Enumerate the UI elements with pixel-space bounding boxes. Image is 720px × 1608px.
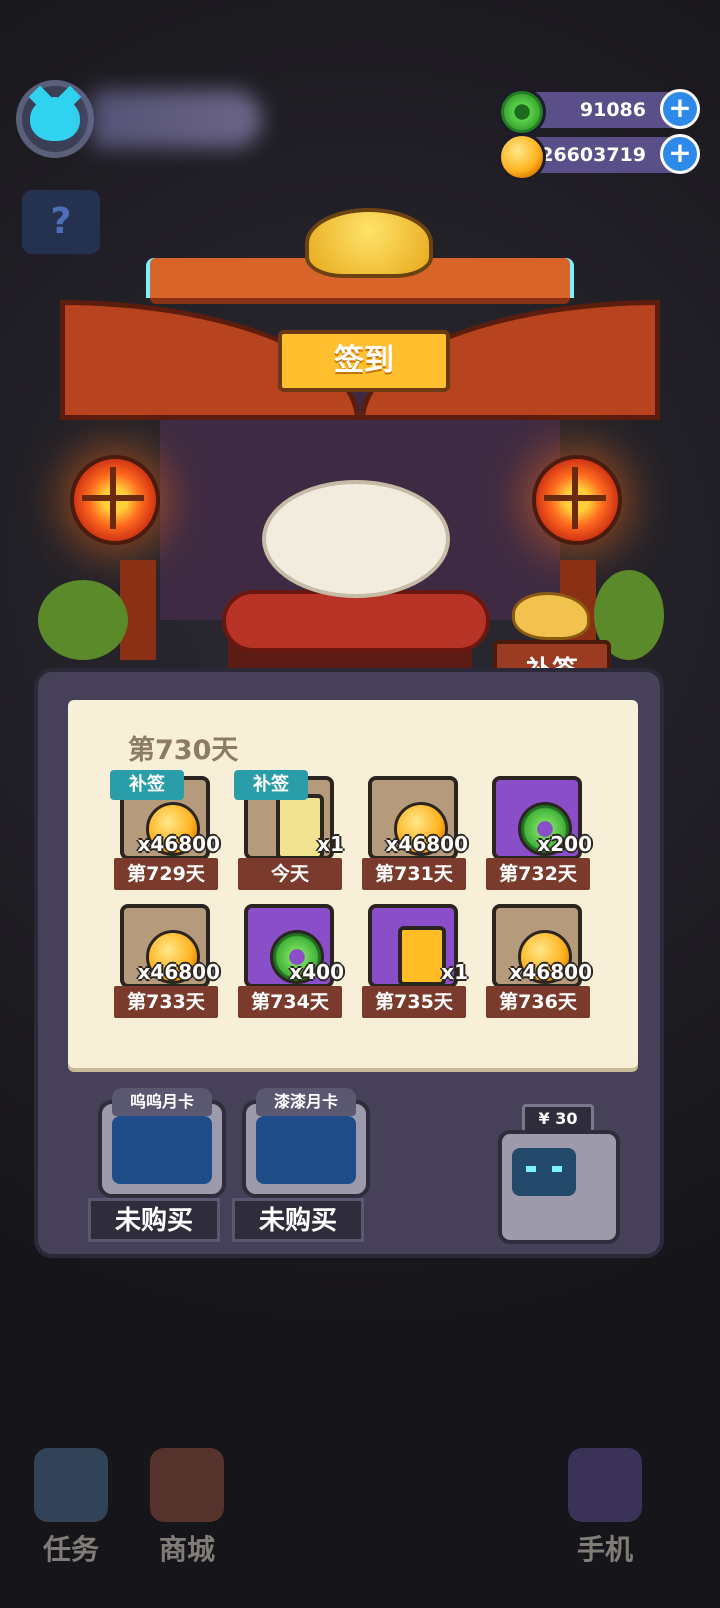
- reward-day-label: 第735天: [362, 986, 466, 1018]
- reward-day-label: 第733天: [114, 986, 218, 1018]
- checkin-sign: 签到: [278, 330, 450, 392]
- cat-face-icon: [30, 97, 80, 141]
- makeup-tag: 补签: [110, 770, 184, 800]
- book-icon: [34, 1448, 108, 1522]
- red-cushion: [222, 590, 490, 652]
- reward-cell-day733[interactable]: x46800 第733天: [110, 898, 220, 1018]
- reward-cell-day732[interactable]: x200 第732天: [482, 770, 592, 890]
- add-gem-button[interactable]: +: [660, 89, 700, 129]
- nav-tasks[interactable]: 任务: [16, 1448, 126, 1568]
- reward-qty: x200: [537, 832, 592, 856]
- nav-shop-label: 商城: [158, 1533, 215, 1566]
- phone-icon: [568, 1448, 642, 1522]
- battery-icon: [398, 926, 446, 986]
- reward-qty: x46800: [509, 960, 592, 984]
- gem-counter: 91086 +: [498, 88, 700, 136]
- monthly-card-1[interactable]: 呜呜月卡: [98, 1088, 226, 1198]
- coin-counter: 26603719 +: [498, 133, 700, 181]
- reward-qty: x46800: [137, 960, 220, 984]
- nav-phone[interactable]: 手机: [550, 1448, 660, 1568]
- reward-qty: x46800: [137, 832, 220, 856]
- reward-qty: x1: [441, 960, 468, 984]
- monthly-card-2[interactable]: 漆漆月卡: [242, 1088, 370, 1198]
- right-lantern-icon: [532, 455, 622, 545]
- reward-cell-day735[interactable]: x1 第735天: [358, 898, 468, 1018]
- reward-qty: x400: [289, 960, 344, 984]
- reward-cell-today[interactable]: x1 今天 补签: [234, 770, 344, 890]
- reward-qty: x46800: [385, 832, 468, 856]
- shop-icon: [150, 1448, 224, 1522]
- nav-phone-label: 手机: [576, 1533, 633, 1566]
- player-name-blurred: [92, 90, 262, 148]
- nav-tasks-label: 任务: [42, 1533, 99, 1566]
- left-lantern-icon: [70, 455, 160, 545]
- day-count-title: 第730天: [128, 735, 239, 766]
- makeup-tag: 补签: [234, 770, 308, 800]
- coin-icon: [498, 133, 546, 181]
- gold-ingot-icon: [305, 208, 433, 278]
- reward-day-label: 第736天: [486, 986, 590, 1018]
- nav-shop[interactable]: 商城: [132, 1448, 242, 1568]
- reward-cell-day736[interactable]: x46800 第736天: [482, 898, 592, 1018]
- coin-value: 26603719: [540, 144, 646, 166]
- left-bush: [38, 580, 128, 660]
- robot-face-icon: [512, 1148, 576, 1196]
- card-screen: [256, 1116, 356, 1184]
- reward-day-label: 第734天: [238, 986, 342, 1018]
- reward-day-label: 第732天: [486, 858, 590, 890]
- card-screen: [112, 1116, 212, 1184]
- player-avatar[interactable]: [16, 80, 94, 158]
- monthly-card-1-title: 呜呜月卡: [112, 1088, 212, 1116]
- reward-cell-day734[interactable]: x400 第734天: [234, 898, 344, 1018]
- reward-qty: x1: [317, 832, 344, 856]
- bunny-character[interactable]: [262, 480, 450, 598]
- buy-card-1-button[interactable]: 未购买: [88, 1198, 220, 1242]
- add-coin-button[interactable]: +: [660, 134, 700, 174]
- reward-cell-day731[interactable]: x46800 第731天: [358, 770, 468, 890]
- gem-icon: [498, 88, 546, 136]
- vending-robot[interactable]: [498, 1130, 620, 1244]
- reward-day-label: 第731天: [362, 858, 466, 890]
- buy-card-2-button[interactable]: 未购买: [232, 1198, 364, 1242]
- monthly-card-2-title: 漆漆月卡: [256, 1088, 356, 1116]
- golden-fish-icon: [512, 592, 590, 640]
- gem-value: 91086: [579, 99, 646, 121]
- mystery-box-button[interactable]: ?: [22, 190, 100, 254]
- reward-cell-day729[interactable]: x46800 第729天 补签: [110, 770, 220, 890]
- reward-day-label: 今天: [238, 858, 342, 890]
- reward-day-label: 第729天: [114, 858, 218, 890]
